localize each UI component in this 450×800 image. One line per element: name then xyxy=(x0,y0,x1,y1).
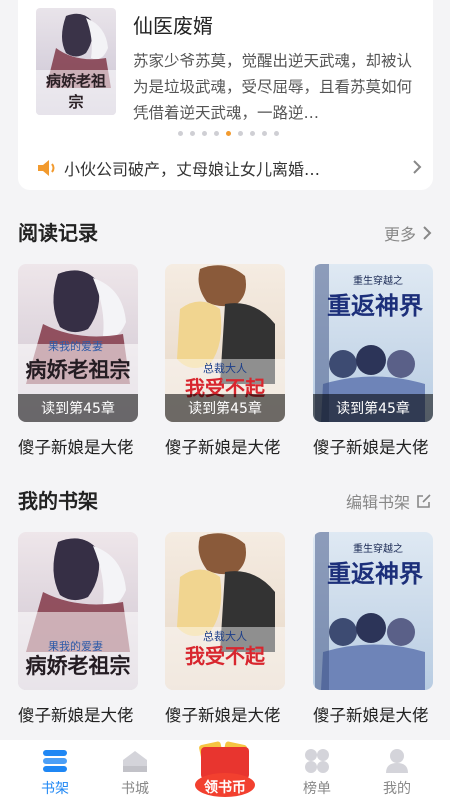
bookshelf-title: 我的书架 xyxy=(18,489,98,513)
claim-coins-label: 领书币 xyxy=(204,780,246,796)
carousel-dot xyxy=(202,131,207,136)
notice-text: 小伙公司破产，丈母娘让女儿离婚… xyxy=(64,160,321,179)
nav-tab-bookstore[interactable]: 书城 xyxy=(100,748,170,798)
book-title[interactable]: 傻子新娘是大佬 xyxy=(313,702,435,726)
nav-tab-profile[interactable]: 我的 xyxy=(362,748,432,798)
edit-icon xyxy=(417,494,431,508)
book-cover[interactable]: 总裁大人 我受不起 xyxy=(165,532,285,690)
edit-bookshelf-label: 编辑书架 xyxy=(345,493,410,512)
featured-book-cover[interactable]: 病娇老祖宗 xyxy=(36,8,116,115)
history-book-item[interactable]: 重生穿越之 重返神界 读到第45章 傻子新娘是大佬 xyxy=(313,264,435,458)
book-cover[interactable]: 果我的爱妻 病娇老祖宗 读到第45章 xyxy=(18,264,138,422)
carousel-dot-active xyxy=(226,131,231,136)
nav-label: 书城 xyxy=(121,781,149,797)
carousel-dot xyxy=(178,131,183,136)
carousel-dot xyxy=(238,131,243,136)
book-cover[interactable]: 果我的爱妻 病娇老祖宗 xyxy=(18,532,138,690)
featured-book-card[interactable]: 病娇老祖宗 仙医废婿 苏家少爷苏莫，觉醒出逆天武魂，却被认为是垃圾武魂，受尽屈辱… xyxy=(18,0,433,190)
reading-progress-badge: 读到第45章 xyxy=(165,394,285,422)
book-title[interactable]: 傻子新娘是大佬 xyxy=(18,702,140,726)
featured-book-title[interactable]: 仙医废婿 xyxy=(133,10,213,39)
edit-bookshelf-button[interactable]: 编辑书架 xyxy=(346,489,432,513)
profile-icon xyxy=(386,749,408,773)
featured-book-description: 苏家少爷苏莫，觉醒出逆天武魂，却被认为是垃圾武魂，受尽屈辱，且看苏莫如何凭借着逆… xyxy=(133,52,413,122)
book-cover-subtitle: 重生穿越之 xyxy=(353,544,403,555)
ranking-icon xyxy=(305,749,329,773)
history-book-item[interactable]: 果我的爱妻 病娇老祖宗 读到第45章 傻子新娘是大佬 xyxy=(18,264,140,458)
book-cover-title: 重返神界 xyxy=(327,291,423,320)
shelf-book-item[interactable]: 重生穿越之 重返神界 傻子新娘是大佬 xyxy=(313,532,435,726)
carousel-indicator xyxy=(178,131,279,136)
book-cover[interactable]: 总裁大人 我受不起 读到第45章 xyxy=(165,264,285,422)
more-button[interactable]: 更多 xyxy=(384,221,432,245)
nav-label: 我的 xyxy=(383,781,411,797)
book-title[interactable]: 傻子新娘是大佬 xyxy=(18,434,140,458)
shelf-book-item[interactable]: 果我的爱妻 病娇老祖宗 傻子新娘是大佬 xyxy=(18,532,140,726)
nav-label: 书架 xyxy=(41,781,69,797)
book-title[interactable]: 傻子新娘是大佬 xyxy=(165,702,287,726)
claim-coins-button[interactable]: 领书币 xyxy=(193,741,257,799)
nav-label: 榜单 xyxy=(303,781,331,797)
reading-history-title: 阅读记录 xyxy=(18,221,98,245)
chevron-right-icon xyxy=(423,226,432,240)
book-cover-title: 重返神界 xyxy=(327,559,423,588)
book-cover-title: 病娇老祖宗 xyxy=(25,653,131,678)
book-cover-subtitle: 果我的爱妻 xyxy=(48,340,103,353)
more-label: 更多 xyxy=(383,225,416,244)
book-cover-title: 病娇老祖宗 xyxy=(25,357,131,382)
reading-progress-badge: 读到第45章 xyxy=(18,394,138,422)
book-title[interactable]: 傻子新娘是大佬 xyxy=(313,434,435,458)
speaker-icon xyxy=(38,160,55,176)
notice-bar[interactable]: 小伙公司破产，丈母娘让女儿离婚… xyxy=(36,156,422,180)
book-cover-title: 我受不起 xyxy=(185,644,265,668)
carousel-dot xyxy=(250,131,255,136)
featured-cover-title: 病娇老祖宗 xyxy=(45,72,106,111)
carousel-dot xyxy=(274,131,279,136)
bookshelf-icon xyxy=(43,750,67,772)
book-cover-subtitle: 重生穿越之 xyxy=(353,276,403,287)
book-title[interactable]: 傻子新娘是大佬 xyxy=(165,434,287,458)
carousel-dot xyxy=(190,131,195,136)
book-cover[interactable]: 重生穿越之 重返神界 xyxy=(313,532,433,690)
carousel-dot xyxy=(214,131,219,136)
bookstore-icon xyxy=(123,751,147,772)
nav-tab-bookshelf[interactable]: 书架 xyxy=(20,748,90,798)
book-cover[interactable]: 重生穿越之 重返神界 读到第45章 xyxy=(313,264,433,422)
history-book-item[interactable]: 总裁大人 我受不起 读到第45章 傻子新娘是大佬 xyxy=(165,264,287,458)
shelf-book-item[interactable]: 总裁大人 我受不起 傻子新娘是大佬 xyxy=(165,532,287,726)
nav-tab-ranking[interactable]: 榜单 xyxy=(282,748,352,798)
reading-progress-badge: 读到第45章 xyxy=(313,394,433,422)
chevron-right-icon[interactable] xyxy=(410,158,424,176)
carousel-dot xyxy=(262,131,267,136)
